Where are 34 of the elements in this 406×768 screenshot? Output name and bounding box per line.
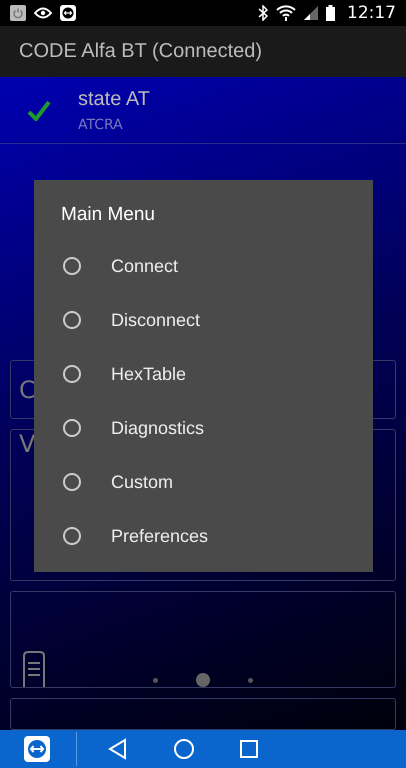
- list-item-title: state AT: [78, 88, 150, 111]
- dialog-title: Main Menu: [61, 203, 156, 227]
- card-label: V: [19, 430, 36, 458]
- remote-icon: [60, 5, 76, 22]
- battery-icon: [326, 5, 335, 22]
- radio-button[interactable]: [63, 257, 81, 275]
- radio-button[interactable]: [63, 365, 81, 383]
- page-dot[interactable]: [248, 678, 253, 683]
- menu-item[interactable]: HexTable: [61, 347, 186, 401]
- page-dot[interactable]: [153, 678, 158, 683]
- wifi-icon: [276, 5, 296, 22]
- bluetooth-icon: [258, 5, 268, 22]
- radio-button[interactable]: [63, 473, 81, 491]
- back-icon[interactable]: [107, 738, 129, 760]
- remote-icon[interactable]: [24, 736, 50, 762]
- app-title: CODE Alfa BT (Connected): [19, 40, 262, 64]
- clock-time: 12:17: [347, 3, 396, 24]
- menu-item[interactable]: Diagnostics: [61, 401, 204, 455]
- power-icon: [10, 5, 26, 22]
- menu-item[interactable]: Connect: [61, 239, 178, 293]
- home-icon[interactable]: [173, 738, 195, 760]
- list-item-subtitle: ATCRA: [78, 116, 124, 133]
- card-label: C: [19, 376, 36, 404]
- radio-button[interactable]: [63, 419, 81, 437]
- eye-icon: [34, 7, 52, 20]
- recents-icon[interactable]: [239, 739, 259, 760]
- radio-button[interactable]: [63, 527, 81, 545]
- list-icon: [23, 651, 45, 688]
- menu-item[interactable]: Preferences: [61, 509, 208, 563]
- signal-icon: [304, 6, 318, 20]
- page-dot[interactable]: [196, 673, 210, 688]
- menu-item[interactable]: Custom: [61, 455, 174, 509]
- radio-button[interactable]: [63, 311, 81, 329]
- menu-item[interactable]: Disconnect: [61, 293, 200, 347]
